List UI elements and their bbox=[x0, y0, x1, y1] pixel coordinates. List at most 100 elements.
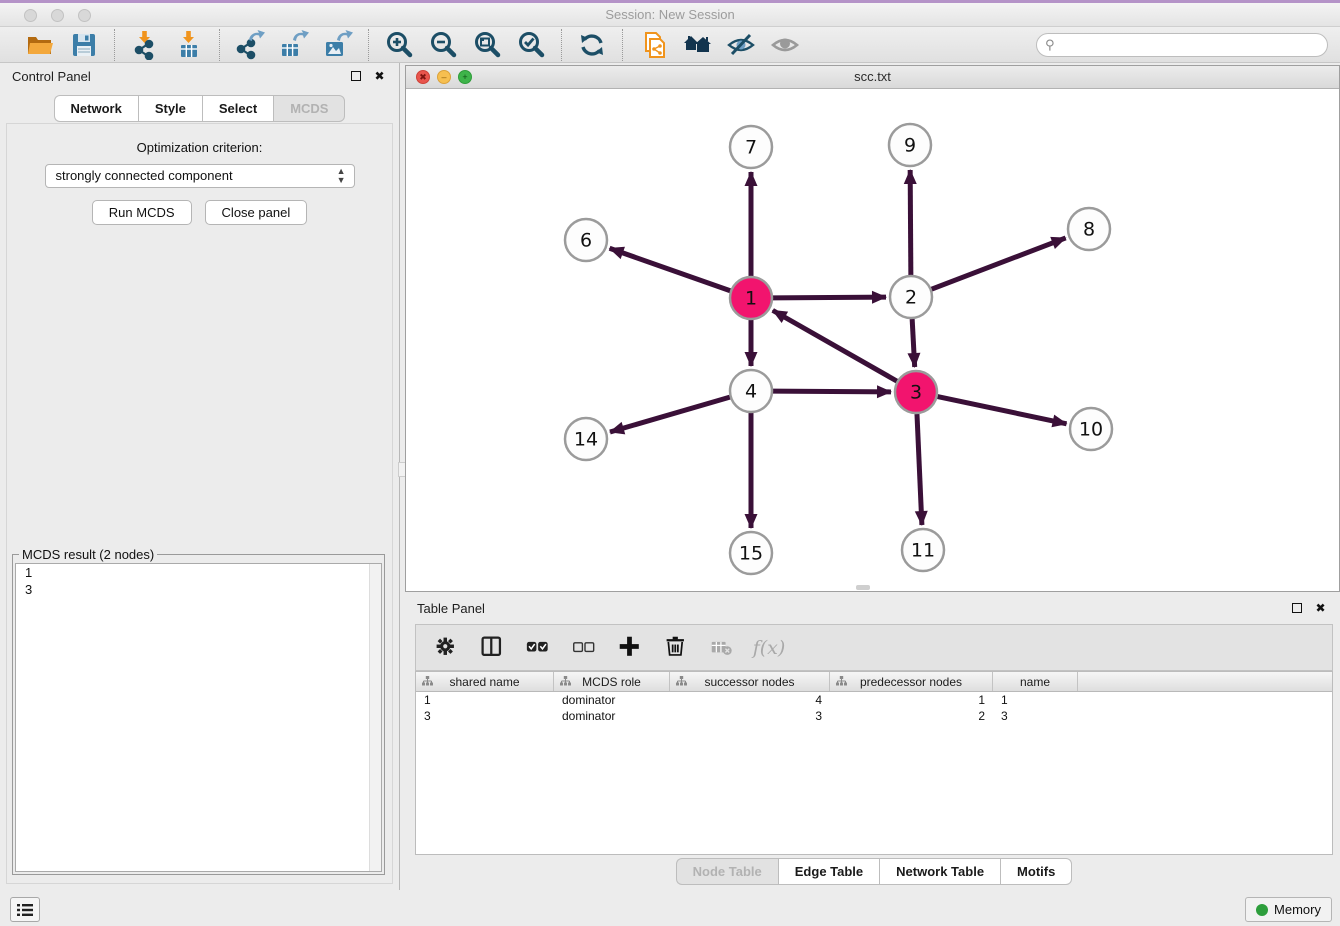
node-8[interactable]: 8 bbox=[1068, 208, 1110, 250]
network-window-titlebar[interactable]: ✖ – + scc.txt bbox=[406, 66, 1339, 89]
node-9[interactable]: 9 bbox=[889, 124, 931, 166]
column-header-shared-name[interactable]: shared name bbox=[416, 672, 554, 691]
duplicate-network-icon[interactable] bbox=[638, 30, 668, 60]
node-11[interactable]: 11 bbox=[902, 529, 944, 571]
result-scrollbar[interactable] bbox=[369, 564, 381, 871]
tab-mcds[interactable]: MCDS bbox=[273, 95, 345, 122]
edge-3-11[interactable] bbox=[917, 414, 922, 525]
table-panel-close-icon[interactable]: ✖ bbox=[1313, 601, 1328, 616]
search-input[interactable] bbox=[1036, 33, 1328, 57]
node-14[interactable]: 14 bbox=[565, 418, 607, 460]
memory-button[interactable]: Memory bbox=[1245, 897, 1332, 922]
cell-MCDS-role[interactable]: dominator bbox=[554, 708, 670, 723]
delete-table-icon bbox=[710, 635, 736, 661]
node-table-header: shared name MCDS role successor nodes pr… bbox=[416, 672, 1332, 692]
table-panel-float-icon[interactable] bbox=[1289, 601, 1304, 616]
mcds-result-list[interactable]: 13 bbox=[15, 563, 382, 872]
delete-column-icon[interactable] bbox=[664, 635, 690, 661]
control-panel-float-icon[interactable] bbox=[348, 69, 363, 84]
select-all-icon[interactable] bbox=[526, 635, 552, 661]
tab-style[interactable]: Style bbox=[138, 95, 202, 122]
zoom-fit-icon[interactable] bbox=[472, 30, 502, 60]
zoom-out-icon[interactable] bbox=[428, 30, 458, 60]
edge-2-9[interactable] bbox=[910, 170, 911, 275]
node-1[interactable]: 1 bbox=[730, 277, 772, 319]
node-15[interactable]: 15 bbox=[730, 532, 772, 574]
column-header-MCDS-role[interactable]: MCDS role bbox=[554, 672, 670, 691]
cell-predecessor-nodes[interactable]: 2 bbox=[830, 708, 993, 723]
add-column-icon[interactable] bbox=[618, 635, 644, 661]
run-mcds-button[interactable]: Run MCDS bbox=[92, 200, 192, 225]
table-row[interactable]: 1dominator411 bbox=[416, 692, 1332, 708]
node-10[interactable]: 10 bbox=[1070, 408, 1112, 450]
zoom-in-icon[interactable] bbox=[384, 30, 414, 60]
open-session-icon[interactable] bbox=[25, 30, 55, 60]
cell-name[interactable]: 3 bbox=[993, 708, 1078, 723]
cell-predecessor-nodes[interactable]: 1 bbox=[830, 692, 993, 707]
edge-2-3[interactable] bbox=[912, 319, 915, 367]
show-all-icon[interactable] bbox=[770, 30, 800, 60]
column-header-successor-nodes[interactable]: successor nodes bbox=[670, 672, 830, 691]
houses-icon[interactable] bbox=[682, 30, 712, 60]
table-panel-title: Table Panel bbox=[417, 601, 485, 616]
svg-text:6: 6 bbox=[580, 230, 592, 252]
edge-3-1[interactable] bbox=[773, 310, 897, 381]
hide-selected-icon[interactable] bbox=[726, 30, 756, 60]
node-2[interactable]: 2 bbox=[890, 276, 932, 318]
refresh-icon[interactable] bbox=[577, 30, 607, 60]
function-builder-icon: f(x) bbox=[756, 635, 782, 661]
tab-node-table[interactable]: Node Table bbox=[676, 858, 778, 885]
tab-network-table[interactable]: Network Table bbox=[879, 858, 1000, 885]
mcds-result-box: MCDS result (2 nodes) 13 bbox=[12, 554, 385, 875]
edge-1-2[interactable] bbox=[773, 297, 886, 298]
tab-edge-table[interactable]: Edge Table bbox=[778, 858, 879, 885]
cell-shared-name[interactable]: 3 bbox=[416, 708, 554, 723]
svg-text:7: 7 bbox=[745, 137, 757, 159]
export-table-icon[interactable] bbox=[279, 30, 309, 60]
export-image-icon[interactable] bbox=[323, 30, 353, 60]
close-panel-button[interactable]: Close panel bbox=[205, 200, 308, 225]
cell-MCDS-role[interactable]: dominator bbox=[554, 692, 670, 707]
network-canvas[interactable]: 7 9 6 8 1 2 4 3 14 10 15 11 bbox=[406, 89, 1339, 591]
deselect-all-icon[interactable] bbox=[572, 635, 598, 661]
split-view-icon[interactable] bbox=[480, 635, 506, 661]
settings-gear-icon[interactable] bbox=[434, 635, 460, 661]
mcds-panel: Optimization criterion: strongly connect… bbox=[6, 123, 393, 884]
column-header-predecessor-nodes[interactable]: predecessor nodes bbox=[830, 672, 993, 691]
table-row[interactable]: 3dominator323 bbox=[416, 708, 1332, 724]
tab-select[interactable]: Select bbox=[202, 95, 273, 122]
edge-3-10[interactable] bbox=[938, 397, 1067, 424]
tab-motifs[interactable]: Motifs bbox=[1000, 858, 1072, 885]
app-title: Session: New Session bbox=[0, 7, 1340, 22]
zoom-selected-icon[interactable] bbox=[516, 30, 546, 60]
edge-4-3[interactable] bbox=[773, 391, 891, 392]
svg-text:3: 3 bbox=[910, 382, 922, 404]
tab-network[interactable]: Network bbox=[54, 95, 138, 122]
memory-status-icon bbox=[1256, 904, 1268, 916]
search-box: ⚲ bbox=[1036, 33, 1328, 57]
import-table-icon[interactable] bbox=[174, 30, 204, 60]
node-4[interactable]: 4 bbox=[730, 370, 772, 412]
node-7[interactable]: 7 bbox=[730, 126, 772, 168]
table-tabs: Node TableEdge TableNetwork TableMotifs bbox=[408, 858, 1340, 885]
column-header-name[interactable]: name bbox=[993, 672, 1078, 691]
svg-text:15: 15 bbox=[739, 543, 763, 565]
search-icon: ⚲ bbox=[1045, 37, 1055, 53]
cell-successor-nodes[interactable]: 3 bbox=[670, 708, 830, 723]
edge-2-8[interactable] bbox=[932, 238, 1066, 289]
task-history-button[interactable] bbox=[10, 897, 40, 922]
import-network-icon[interactable] bbox=[130, 30, 160, 60]
control-panel-close-icon[interactable]: ✖ bbox=[372, 69, 387, 84]
export-network-icon[interactable] bbox=[235, 30, 265, 60]
edge-1-6[interactable] bbox=[610, 248, 731, 290]
cell-name[interactable]: 1 bbox=[993, 692, 1078, 707]
cell-successor-nodes[interactable]: 4 bbox=[670, 692, 830, 707]
save-session-icon[interactable] bbox=[69, 30, 99, 60]
criterion-select[interactable]: strongly connected component ▲▼ bbox=[45, 164, 355, 188]
mcds-result-item: 3 bbox=[16, 581, 381, 598]
edge-4-14[interactable] bbox=[610, 397, 730, 432]
node-6[interactable]: 6 bbox=[565, 219, 607, 261]
node-3[interactable]: 3 bbox=[895, 371, 937, 413]
network-hscrollbar-handle[interactable] bbox=[856, 585, 870, 590]
cell-shared-name[interactable]: 1 bbox=[416, 692, 554, 707]
